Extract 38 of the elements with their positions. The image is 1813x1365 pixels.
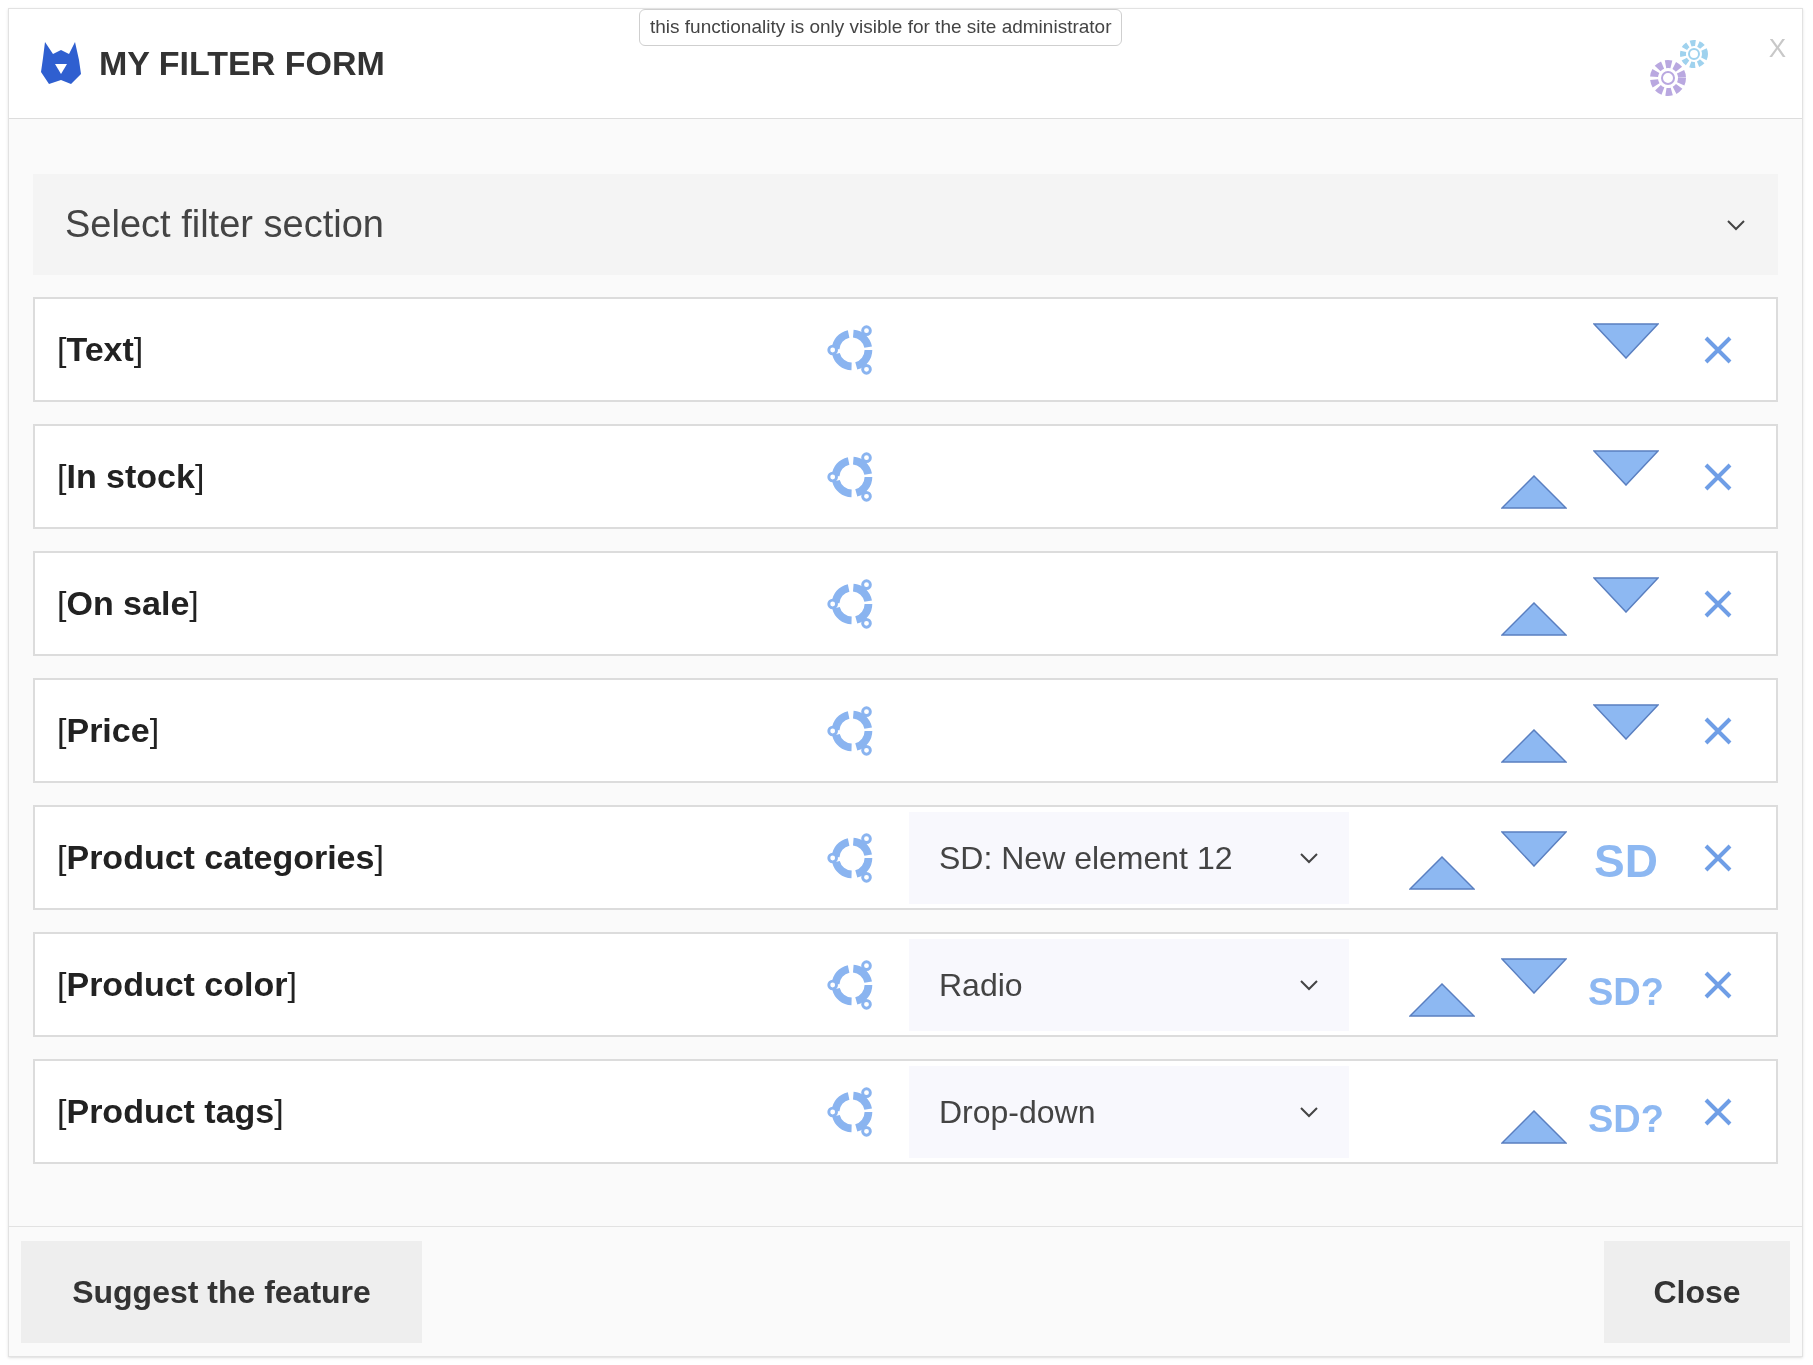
filter-label: [Product color] [57, 964, 298, 1005]
remove-icon[interactable] [1703, 969, 1733, 1000]
chevron-down-icon [1299, 851, 1319, 864]
chevron-down-icon [1726, 218, 1746, 231]
move-down-triangle[interactable] [1593, 704, 1659, 740]
chevron-down-icon [1299, 978, 1319, 991]
remove-icon[interactable] [1703, 842, 1733, 873]
move-down-triangle[interactable] [1593, 577, 1659, 613]
filter-label: [Text] [57, 329, 145, 370]
suggest-feature-button[interactable]: Suggest the feature [21, 1240, 422, 1343]
remove-icon[interactable] [1703, 588, 1733, 619]
move-up-triangle[interactable] [1409, 856, 1475, 890]
filter-type-select[interactable]: Radio [909, 938, 1349, 1031]
chevron-down-icon [1299, 1105, 1319, 1118]
move-down-triangle[interactable] [1501, 831, 1567, 867]
form-title: MY FILTER FORM [99, 43, 385, 84]
admin-notice: this functionality is only visible for the site administrator [639, 9, 1123, 46]
filter-label: [Price] [57, 710, 161, 751]
remove-icon[interactable] [1703, 1096, 1733, 1127]
filter-label: [In stock] [57, 456, 206, 497]
move-up-triangle[interactable] [1501, 602, 1567, 636]
move-down-triangle[interactable] [1501, 958, 1567, 994]
close-dialog-button[interactable]: Close [1604, 1240, 1790, 1343]
move-up-triangle[interactable] [1501, 1110, 1567, 1144]
filter-label: [On sale] [57, 583, 200, 624]
move-up-triangle[interactable] [1501, 475, 1567, 509]
move-down-triangle[interactable] [1593, 323, 1659, 359]
remove-icon[interactable] [1703, 334, 1733, 365]
section-select[interactable]: Select filter section [33, 174, 1778, 275]
filter-type-select[interactable]: SD: New element 12 [909, 811, 1349, 904]
remove-icon[interactable] [1703, 715, 1733, 746]
move-down-triangle[interactable] [1593, 450, 1659, 486]
filter-type-select[interactable]: Drop-down [909, 1065, 1349, 1158]
move-up-triangle[interactable] [1409, 983, 1475, 1017]
filter-label: [Product categories] [57, 837, 385, 878]
filter-label: [Product tags] [57, 1091, 285, 1132]
move-up-triangle[interactable] [1501, 729, 1567, 763]
remove-icon[interactable] [1703, 461, 1733, 492]
